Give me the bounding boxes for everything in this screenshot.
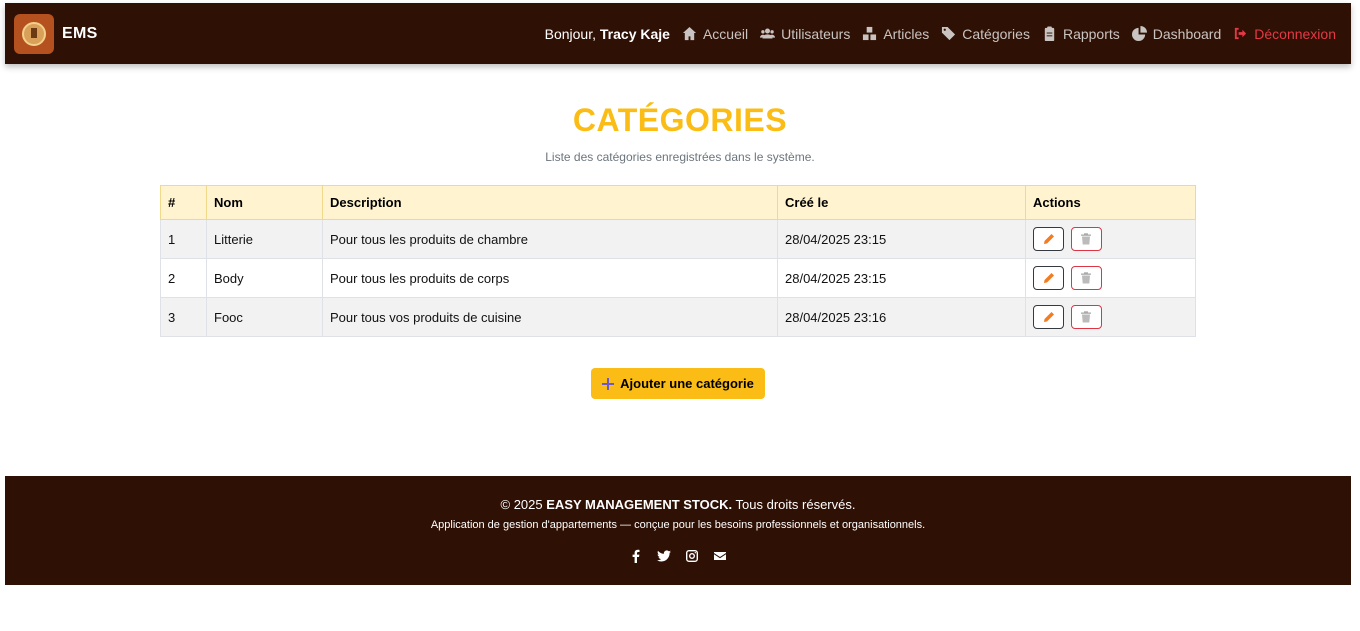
- brand-name: EMS: [62, 24, 98, 42]
- trash-icon: [1081, 311, 1092, 323]
- cell-actions: [1025, 297, 1196, 337]
- pencil-icon: [1043, 234, 1054, 244]
- footer-tagline: Application de gestion d'appartements — …: [430, 519, 926, 531]
- table-row: 2 Body Pour tous les produits de corps 2…: [160, 258, 1196, 298]
- add-category-label: Ajouter une catégorie: [620, 376, 754, 391]
- add-category-button[interactable]: Ajouter une catégorie: [591, 368, 765, 399]
- nav-link-label: Utilisateurs: [781, 25, 851, 42]
- nav-link-label: Catégories: [962, 25, 1030, 42]
- footer: © 2025 EASY MANAGEMENT STOCK. Tous droit…: [5, 476, 1351, 585]
- nav-link-label: Déconnexion: [1254, 25, 1336, 42]
- cell-num: 3: [160, 297, 207, 337]
- categories-table: # Nom Description Créé le Actions 1 Litt…: [160, 185, 1196, 337]
- instagram-icon[interactable]: [685, 549, 699, 568]
- nav-link-articles[interactable]: Articles: [862, 26, 929, 42]
- nav-link-categories[interactable]: Catégories: [941, 26, 1030, 42]
- social-links: [5, 549, 1351, 568]
- nav-link-accueil[interactable]: Accueil: [682, 26, 748, 42]
- greeting-prefix: Bonjour,: [544, 25, 596, 42]
- cell-num: 2: [160, 258, 207, 298]
- header-actions: Actions: [1025, 185, 1196, 220]
- edit-button[interactable]: [1033, 227, 1064, 251]
- cell-date: 28/04/2025 23:15: [777, 258, 1026, 298]
- sign-out-icon: [1235, 27, 1247, 40]
- pencil-icon: [1043, 312, 1054, 322]
- cell-nom: Litterie: [206, 219, 323, 259]
- plus-icon: [602, 377, 615, 390]
- copyright-prefix: © 2025: [500, 497, 543, 512]
- page-title: CATÉGORIES: [572, 102, 788, 138]
- header-created: Créé le: [777, 185, 1026, 220]
- cell-date: 28/04/2025 23:16: [777, 297, 1026, 337]
- facebook-icon[interactable]: [629, 549, 643, 568]
- trash-icon: [1081, 233, 1092, 245]
- clipboard-icon: [1044, 26, 1055, 41]
- nav-link-rapports[interactable]: Rapports: [1042, 26, 1120, 42]
- cell-actions: [1025, 258, 1196, 298]
- envelope-icon[interactable]: [713, 549, 727, 568]
- cell-description: Pour tous les produits de chambre: [322, 219, 778, 259]
- cell-num: 1: [160, 219, 207, 259]
- twitter-icon[interactable]: [657, 549, 671, 568]
- nav-link-dashboard[interactable]: Dashboard: [1131, 25, 1222, 42]
- nav-link-label: Accueil: [702, 25, 749, 42]
- ems-logo: [14, 13, 54, 54]
- header-num: #: [160, 185, 207, 220]
- brand[interactable]: EMS: [14, 13, 98, 54]
- nav-link-label: Dashboard: [1152, 25, 1222, 42]
- table-row: 1 Litterie Pour tous les produits de cha…: [160, 219, 1196, 259]
- header-description: Description: [322, 185, 778, 220]
- cell-actions: [1025, 219, 1196, 259]
- home-icon: [682, 26, 697, 41]
- edit-button[interactable]: [1033, 266, 1064, 290]
- cell-description: Pour tous les produits de corps: [322, 258, 778, 298]
- tags-icon: [942, 26, 956, 41]
- nav-link-deconnexion[interactable]: Déconnexion: [1233, 26, 1336, 42]
- cell-nom: Body: [206, 258, 323, 298]
- edit-button[interactable]: [1033, 305, 1064, 329]
- header-nom: Nom: [206, 185, 323, 220]
- nav-link-label: Rapports: [1062, 25, 1120, 42]
- pie-chart-icon: [1131, 26, 1147, 41]
- nav-link-utilisateurs[interactable]: Utilisateurs: [760, 26, 850, 42]
- user-name: Tracy Kaje: [599, 25, 670, 42]
- delete-button[interactable]: [1070, 266, 1102, 290]
- table-header-row: # Nom Description Créé le Actions: [160, 185, 1196, 220]
- top-navbar: EMS Bonjour, Tracy Kaje Accueil Utilisat…: [5, 3, 1351, 64]
- company-name: EASY MANAGEMENT STOCK.: [546, 497, 733, 512]
- rights-text: Tous droits réservés.: [735, 497, 856, 512]
- delete-button[interactable]: [1070, 305, 1102, 329]
- cell-description: Pour tous vos produits de cuisine: [322, 297, 778, 337]
- table-row: 3 Fooc Pour tous vos produits de cuisine…: [160, 297, 1196, 337]
- footer-copyright: © 2025 EASY MANAGEMENT STOCK. Tous droit…: [5, 497, 1351, 512]
- users-icon: [760, 28, 776, 39]
- nav-link-label: Articles: [883, 25, 930, 42]
- cell-date: 28/04/2025 23:15: [777, 219, 1026, 259]
- nav-menu: Bonjour, Tracy Kaje Accueil Utilisateurs…: [545, 26, 1336, 42]
- boxes-icon: [863, 26, 877, 41]
- cell-nom: Fooc: [206, 297, 323, 337]
- user-greeting: Bonjour, Tracy Kaje: [545, 26, 670, 42]
- page-subtitle: Liste des catégories enregistrées dans l…: [545, 150, 815, 164]
- trash-icon: [1081, 272, 1092, 284]
- pencil-icon: [1043, 273, 1054, 283]
- delete-button[interactable]: [1070, 227, 1102, 251]
